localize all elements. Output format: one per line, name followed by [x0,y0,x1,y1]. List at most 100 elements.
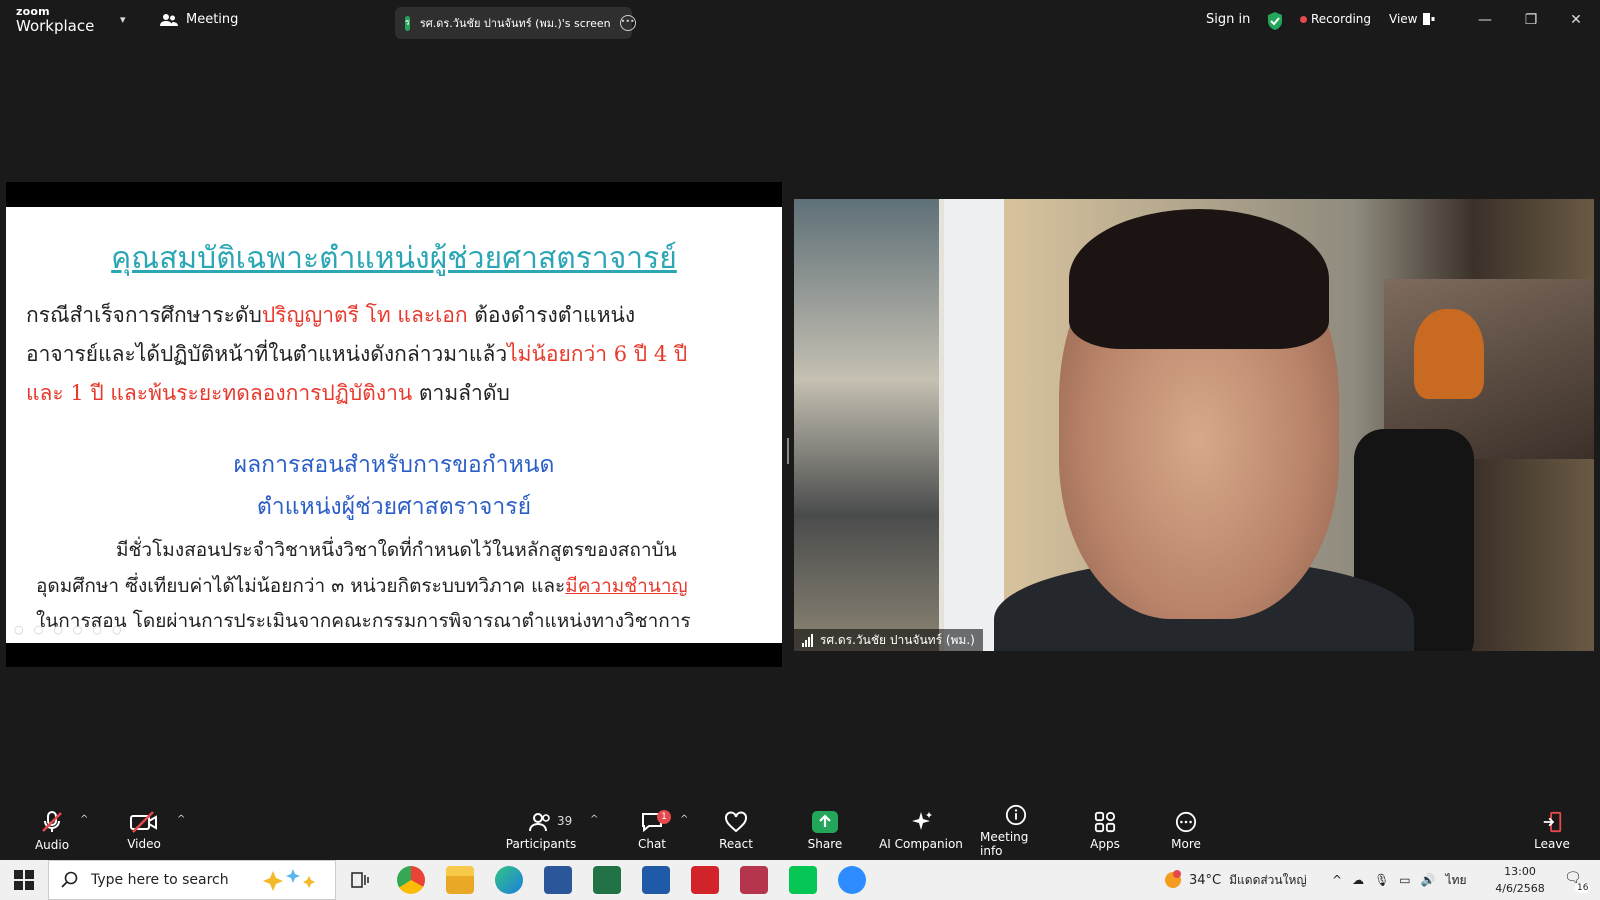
windows-taskbar: 34°C มีแดดส่วนใหญ่ ^ ☁ 🎙 ▭ 🔊 ไทย 13:00 4… [0,860,1600,900]
audio-button[interactable]: Audio [34,802,70,860]
more-icon [1175,811,1197,833]
sparkle-icon [912,812,932,830]
screen-share-pill[interactable]: ร รศ.ดร.วันชัย ปานจันทร์ (พม.)'s screen … [395,7,636,39]
slide-subtitle-1: ผลการสอนสำหรับการขอกำหนด [233,452,555,478]
chat-label: Chat [637,837,667,851]
zoom-app-icon[interactable] [838,866,866,894]
slide-text-red: ไม่น้อยกว่า 6 ปี 4 ปี [507,342,688,366]
close-icon[interactable]: ✕ [1562,8,1590,32]
slide-text: อาจารย์และได้ปฏิบัติหน้าที่ในตำแหน่งดังก… [26,342,508,366]
chevron-up-icon[interactable]: ^ [1332,873,1342,887]
ai-companion-label: AI Companion [879,837,963,851]
background-monk-statue [1414,309,1484,399]
slide-para-line-3: และ 1 ปี และพ้นระยะทดลองการปฏิบัติงาน ตา… [26,377,510,410]
chat-options-caret-icon[interactable]: ^ [680,814,688,825]
weather-widget[interactable]: 34°C มีแดดส่วนใหญ่ [1163,860,1307,900]
more-button[interactable]: More [1168,802,1204,860]
input-language[interactable]: ไทย [1446,871,1467,890]
chat-unread-badge: 1 [657,810,671,824]
info-icon [1005,804,1027,826]
video-button[interactable]: Video [124,802,164,860]
sharer-avatar: ร [405,15,410,31]
recording-indicator[interactable]: Recording [1300,12,1371,26]
word-app-icon[interactable] [544,866,572,894]
leave-icon [1543,811,1562,833]
acrobat-app-icon[interactable] [740,866,768,894]
slide-title: คุณสมบัติเฉพาะตำแหน่งผู้ช่วยศาสตราจารย์ [111,241,677,276]
share-arrow-icon [812,811,838,833]
weather-sun-icon [1165,870,1181,888]
weather-desc: มีแดดส่วนใหญ่ [1229,872,1307,887]
share-button[interactable]: Share [806,802,844,860]
background-bookshelf [794,199,939,651]
excel-app-icon[interactable] [593,866,621,894]
sparkle-icon [263,869,315,891]
microphone-icon[interactable]: 🎙 [1374,873,1389,887]
slide-subtitle-2: ตำแหน่งผู้ช่วยศาสตราจารย์ [256,494,532,520]
participant-video-tile[interactable]: รศ.ดร.วันชัย ปานจันทร์ (พม.) [794,199,1594,651]
minimize-icon[interactable]: — [1471,8,1499,32]
speaker-icon[interactable]: 🔊 [1421,873,1436,887]
slide-annotation-toolbar[interactable]: ○○○○○○ [14,623,132,636]
video-options-caret-icon[interactable]: ^ [177,814,185,825]
react-button[interactable]: React [718,802,754,860]
apps-button[interactable]: Apps [1088,802,1122,860]
participants-button[interactable]: Participants [505,802,577,860]
meeting-info-button[interactable]: Meeting info [980,802,1052,860]
restore-icon[interactable]: ❐ [1517,8,1545,32]
title-bar: zoom Workplace ▾ Meeting ร รศ.ดร.วันชัย … [0,0,1600,44]
participants-count: 39 [557,814,573,828]
view-button[interactable]: View [1389,12,1435,26]
slide-para-line-1: กรณีสำเร็จการศึกษาระดับปริญญาตรี โท และเ… [26,299,635,332]
task-view-icon[interactable] [351,872,369,888]
slide-para-line-2: อาจารย์และได้ปฏิบัติหน้าที่ในตำแหน่งดังก… [26,338,687,371]
participant-name: รศ.ดร.วันชัย ปานจันทร์ (พม.) [820,632,975,647]
taskbar-search-box[interactable] [48,860,336,900]
sign-in-link[interactable]: Sign in [1206,12,1250,27]
leave-label: Leave [1534,837,1570,851]
logo-workplace: Workplace [16,17,95,35]
line-app-icon[interactable] [789,866,817,894]
clock-date: 4/6/2568 [1495,882,1545,895]
recording-label: Recording [1311,12,1372,26]
pdf-app-icon[interactable] [691,866,719,894]
ai-companion-button[interactable]: AI Companion [878,802,964,860]
zoom-workplace-logo[interactable]: zoom Workplace [16,6,94,34]
participants-options-caret-icon[interactable]: ^ [590,814,598,825]
meeting-label: Meeting [186,12,239,27]
signal-bars-icon [802,633,814,647]
more-options-icon[interactable]: ••• [619,15,636,31]
video-label: Video [127,837,161,851]
leave-button[interactable]: Leave [1534,802,1570,860]
participants-icon [529,813,550,832]
meeting-icon [160,13,178,26]
audio-label: Audio [34,838,70,852]
network-icon[interactable]: ▭ [1399,873,1410,887]
heart-icon [725,811,747,833]
chevron-down-icon[interactable]: ▾ [120,13,126,26]
meeting-tab[interactable]: Meeting [160,12,238,27]
search-icon [61,871,78,888]
file-explorer-app-icon[interactable] [446,866,474,894]
taskbar-search-input[interactable] [89,871,263,889]
react-label: React [719,837,753,851]
weather-temp: 34°C [1189,872,1222,888]
shield-check-icon[interactable] [1266,11,1284,31]
participants-label: Participants [505,837,577,851]
windows-start-icon[interactable] [14,870,34,890]
slide-body-line-3: ในการสอน โดยผ่านการประเมินจากคณะกรรมการพ… [36,610,691,632]
audio-options-caret-icon[interactable]: ^ [80,814,88,825]
split-view-divider[interactable] [787,438,789,464]
shared-slide[interactable]: คุณสมบัติเฉพาะตำแหน่งผู้ช่วยศาสตราจารย์ … [6,207,782,643]
apps-label: Apps [1090,837,1120,851]
chrome-app-icon[interactable] [397,866,425,894]
slide-text: ต้องดำรงตำแหน่ง [467,303,636,327]
taskbar-clock[interactable]: 13:00 4/6/2568 [1480,863,1560,897]
meeting-toolbar: Audio ^ Video ^ Participants 39 ^ Chat 1… [0,802,1600,860]
cloud-icon[interactable]: ☁ [1352,873,1364,887]
edge-app-icon[interactable] [495,866,523,894]
publisher-app-icon[interactable] [642,866,670,894]
apps-icon [1094,811,1116,833]
participant-hair [1069,209,1329,349]
view-icon [1423,13,1435,25]
